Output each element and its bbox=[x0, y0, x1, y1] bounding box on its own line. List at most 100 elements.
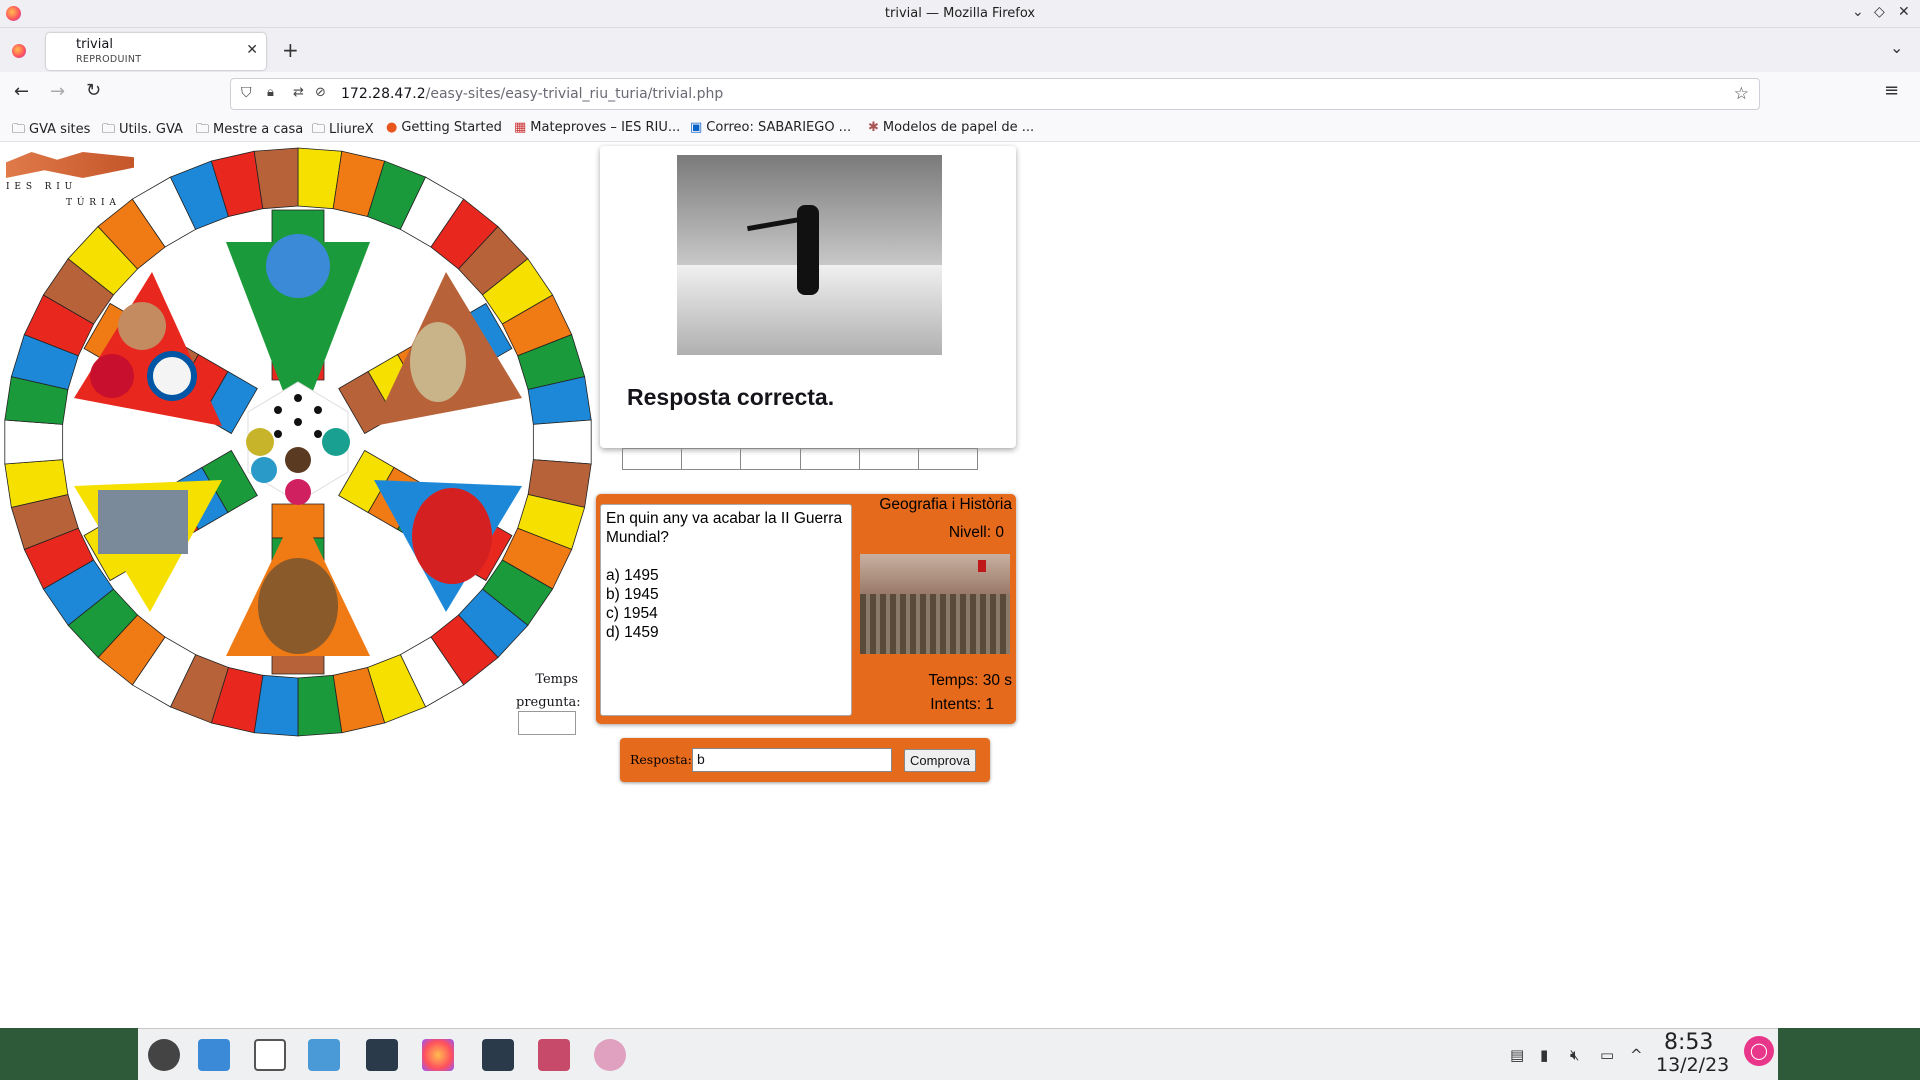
answer-form: Resposta: b Comprova bbox=[620, 738, 990, 782]
permissions-icon[interactable]: ⇄ bbox=[293, 85, 304, 100]
clock-time[interactable]: 8:53 bbox=[1664, 1030, 1713, 1055]
clock-date[interactable]: 13/2/23 bbox=[1656, 1054, 1729, 1076]
board-square[interactable] bbox=[532, 419, 592, 465]
question-text: En quin any va acabar la II Guerra Mundi… bbox=[606, 510, 843, 546]
school-logo: I E S R I U T Ú R I A bbox=[6, 152, 136, 212]
close-tab-icon[interactable]: ✕ bbox=[246, 42, 258, 58]
history-photo bbox=[860, 554, 1010, 654]
globe-picture bbox=[266, 234, 330, 298]
maximize-icon[interactable]: ◇ bbox=[1874, 4, 1885, 20]
close-window-icon[interactable]: ✕ bbox=[1898, 4, 1910, 20]
forward-icon[interactable]: → bbox=[50, 81, 65, 102]
result-popup: Resposta correcta. bbox=[600, 146, 1016, 448]
tab-subtitle: REPRODUINT bbox=[76, 54, 142, 65]
shield-icon[interactable]: ⛉ bbox=[241, 85, 252, 101]
tray-expand-icon[interactable]: ^ bbox=[1630, 1046, 1643, 1064]
software-center-icon[interactable] bbox=[198, 1039, 230, 1071]
list-tabs-icon[interactable]: ⌄ bbox=[1890, 38, 1903, 57]
bookmarks-toolbar: 🗀 GVA sites 🗀 Utils. GVA 🗀 Mestre a casa 🗀 L… bbox=[0, 114, 1920, 142]
minimize-icon[interactable]: ⌄ bbox=[1852, 4, 1864, 20]
network-icon[interactable]: ▭ bbox=[1600, 1046, 1614, 1064]
rolling-stones-picture bbox=[412, 488, 492, 584]
window-title: trivial — Mozilla Firefox bbox=[884, 6, 1036, 21]
volume-muted-icon[interactable]: 🔇︎ bbox=[1570, 1046, 1579, 1064]
settings-icon[interactable] bbox=[366, 1039, 398, 1071]
score-cell bbox=[682, 449, 742, 469]
question-category: Geografia i Història bbox=[879, 496, 1012, 513]
timer-input[interactable] bbox=[518, 711, 576, 735]
folder-icon: 🗀 bbox=[102, 122, 116, 137]
cheese-token-icon bbox=[322, 428, 350, 456]
score-cell bbox=[801, 449, 860, 469]
score-cell bbox=[919, 449, 977, 469]
cheese-token-icon bbox=[251, 457, 277, 483]
lock-insecure-icon[interactable]: 🔒︎ bbox=[267, 85, 274, 100]
cheese-token-icon bbox=[246, 428, 274, 456]
url-text[interactable]: 172.28.47.2/easy-sites/easy-trivial_riu_… bbox=[341, 86, 723, 102]
score-cell bbox=[623, 449, 683, 469]
students-picture bbox=[98, 490, 188, 554]
bookmark-mateproves[interactable]: ▦ Mateproves – IES RIU... bbox=[514, 120, 680, 135]
logo-line2: T Ú R I A bbox=[66, 198, 117, 208]
score-cells bbox=[622, 448, 978, 470]
window-titlebar: trivial — Mozilla Firefox ⌄ ◇ ✕ bbox=[0, 0, 1920, 28]
screenshot-app-icon[interactable] bbox=[538, 1039, 570, 1071]
question-attempts: Intents: 1 bbox=[930, 696, 994, 713]
firefox-taskbar-icon[interactable] bbox=[422, 1039, 454, 1071]
answer-label: Resposta: bbox=[630, 752, 692, 767]
timer-label: Temps pregunta: bbox=[516, 672, 581, 710]
france-flag-picture bbox=[147, 351, 197, 401]
question-level: Nivell: 0 bbox=[948, 524, 1004, 541]
bookmark-modelos-papel[interactable]: ✱ Modelos de papel de ... bbox=[868, 120, 1034, 135]
app-launcher-icon[interactable] bbox=[148, 1039, 180, 1071]
tab-trivial[interactable]: trivial REPRODUINT ✕ bbox=[46, 33, 266, 70]
bookmark-utils-gva[interactable]: 🗀 Utils. GVA bbox=[102, 120, 183, 142]
bookmark-getting-started[interactable]: ● Getting Started bbox=[386, 120, 502, 135]
score-cell bbox=[860, 449, 919, 469]
folder-icon: 🗀 bbox=[12, 122, 26, 137]
bookmark-gva-sites[interactable]: 🗀 GVA sites bbox=[12, 120, 90, 142]
file-manager-icon[interactable] bbox=[308, 1039, 340, 1071]
folder-icon: 🗀 bbox=[196, 122, 210, 137]
bookmark-lliurex[interactable]: 🗀 LliureX bbox=[312, 120, 374, 142]
autoplay-blocked-icon[interactable]: ⊘ bbox=[315, 85, 326, 100]
back-icon[interactable]: ← bbox=[14, 81, 29, 102]
option-d: d) 1459 bbox=[606, 624, 659, 641]
logo-line1: I E S R I U bbox=[6, 182, 74, 192]
cheese-token-icon bbox=[285, 447, 311, 473]
logo-mark bbox=[6, 152, 134, 178]
bookmark-correo[interactable]: ▣ Correo: SABARIEGO ... bbox=[690, 120, 851, 135]
folder-icon: 🗀 bbox=[312, 122, 326, 137]
bookmark-star-icon[interactable]: ☆ bbox=[1734, 84, 1749, 104]
url-bar[interactable]: ⛉ 🔒︎ ⇄ ⊘ 172.28.47.2/easy-sites/easy-tri… bbox=[230, 78, 1760, 110]
uk-flag-picture bbox=[90, 354, 134, 398]
outlook-icon: ▣ bbox=[690, 120, 703, 135]
show-desktop-icon[interactable] bbox=[254, 1039, 286, 1071]
board-square[interactable] bbox=[4, 419, 64, 465]
taskbar bbox=[138, 1028, 1778, 1080]
url-path: /easy-sites/easy-trivial_riu_turia/trivi… bbox=[425, 86, 724, 102]
calculator-icon[interactable] bbox=[482, 1039, 514, 1071]
gladiator-picture bbox=[258, 558, 338, 654]
tab-strip: + ⌄ bbox=[0, 28, 1920, 72]
user-avatar[interactable]: ◯ bbox=[1744, 1036, 1774, 1066]
trivial-board[interactable] bbox=[2, 146, 594, 738]
question-time: Temps: 30 s bbox=[928, 672, 1012, 689]
portrait-picture bbox=[118, 302, 166, 350]
menu-icon[interactable]: ≡ bbox=[1884, 80, 1899, 101]
option-c: c) 1954 bbox=[606, 605, 658, 622]
option-a: a) 1495 bbox=[606, 567, 659, 584]
firefox-view-icon[interactable] bbox=[12, 44, 26, 58]
discobolus-picture bbox=[410, 322, 466, 402]
new-tab-icon[interactable]: + bbox=[282, 38, 299, 62]
chat-app-icon[interactable] bbox=[594, 1039, 626, 1071]
bookmark-mestre-a-casa[interactable]: 🗀 Mestre a casa bbox=[196, 120, 303, 142]
cheese-token-icon bbox=[285, 479, 311, 505]
clipboard-icon[interactable]: ▤ bbox=[1510, 1046, 1524, 1064]
usb-icon[interactable]: ▮ bbox=[1540, 1046, 1548, 1064]
site-icon: ▦ bbox=[514, 120, 527, 135]
answer-input[interactable]: b bbox=[692, 748, 892, 772]
check-button[interactable]: Comprova bbox=[904, 749, 976, 772]
question-panel: En quin any va acabar la II Guerra Mundi… bbox=[596, 494, 1016, 724]
reload-icon[interactable]: ↻ bbox=[86, 80, 101, 101]
